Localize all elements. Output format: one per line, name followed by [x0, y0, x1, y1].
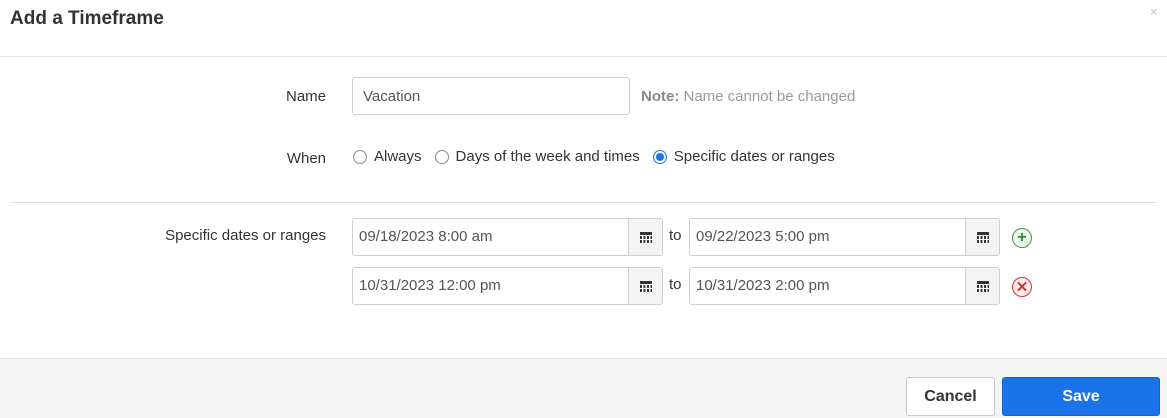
section-divider [10, 202, 1157, 203]
radio-always[interactable]: Always [353, 148, 422, 165]
range-1-start-field[interactable]: 09/18/2023 8:00 am [352, 218, 663, 256]
radio-always-circle[interactable] [353, 149, 367, 164]
range-1-start-value[interactable]: 09/18/2023 8:00 am [353, 219, 628, 255]
remove-range-icon[interactable]: ✕ [1012, 277, 1032, 297]
save-button[interactable]: Save [1002, 377, 1160, 416]
name-note: Note: Name cannot be changed [641, 88, 855, 105]
range-2-start-field[interactable]: 10/31/2023 12:00 pm [352, 267, 663, 305]
dialog-title: Add a Timeframe [10, 8, 164, 29]
calendar-icon[interactable] [628, 268, 662, 304]
note-text: Name cannot be changed [679, 88, 856, 105]
range-1-end-value[interactable]: 09/22/2023 5:00 pm [690, 219, 965, 255]
range-1-end-field[interactable]: 09/22/2023 5:00 pm [689, 218, 1000, 256]
range-1-to-label: to [669, 227, 682, 244]
range-2-end-value[interactable]: 10/31/2023 2:00 pm [690, 268, 965, 304]
dialog-header: Add a Timeframe × [0, 0, 1167, 57]
when-label: When [286, 150, 326, 167]
radio-specific-dates-circle[interactable] [652, 149, 667, 164]
range-2-end-field[interactable]: 10/31/2023 2:00 pm [689, 267, 1000, 305]
calendar-icon[interactable] [628, 219, 662, 255]
name-input[interactable] [352, 77, 630, 115]
range-2-to-label: to [669, 276, 682, 293]
range-2-start-value[interactable]: 10/31/2023 12:00 pm [353, 268, 628, 304]
radio-specific-dates[interactable]: Specific dates or ranges [652, 148, 835, 165]
close-icon[interactable]: × [1150, 4, 1158, 19]
dialog-footer: Cancel Save [0, 358, 1167, 418]
add-timeframe-dialog: Add a Timeframe × Name Note: Name cannot… [0, 0, 1167, 418]
when-radio-group: Always Days of the week and times Specif… [353, 148, 835, 165]
calendar-icon[interactable] [965, 219, 999, 255]
radio-always-label: Always [374, 148, 422, 165]
add-range-icon[interactable]: + [1012, 228, 1032, 248]
radio-days-of-week[interactable]: Days of the week and times [434, 148, 640, 165]
ranges-label: Specific dates or ranges [165, 227, 326, 244]
radio-days-of-week-label: Days of the week and times [455, 148, 640, 165]
name-label: Name [285, 88, 326, 105]
radio-days-of-week-circle[interactable] [434, 149, 449, 164]
radio-specific-dates-label: Specific dates or ranges [673, 148, 835, 165]
note-prefix: Note: [641, 88, 680, 105]
calendar-icon[interactable] [965, 268, 999, 304]
cancel-button[interactable]: Cancel [906, 377, 995, 416]
